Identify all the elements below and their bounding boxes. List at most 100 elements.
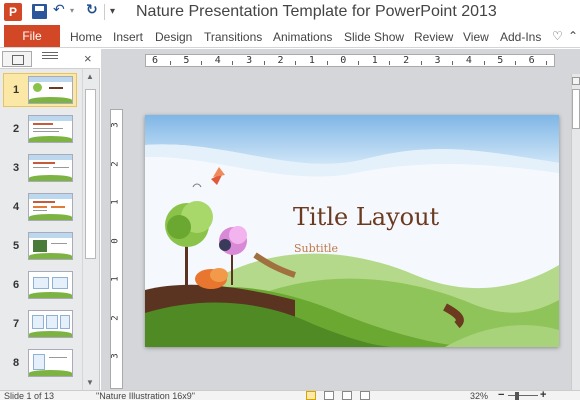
ruler-tick-label: 3: [434, 55, 441, 66]
tab-home[interactable]: Home: [70, 30, 102, 44]
slide-thumbnail-8[interactable]: 8: [0, 349, 82, 385]
thumbnail-image: [28, 310, 73, 338]
normal-view-button[interactable]: [306, 391, 316, 400]
ruler-tick-mark: [514, 61, 516, 65]
thumbnail-image: [28, 76, 73, 104]
ruler-tick-mark: [326, 61, 328, 65]
tab-transitions[interactable]: Transitions: [204, 30, 262, 44]
thumbnail-image: [28, 232, 73, 260]
editor-scrollbar[interactable]: [571, 74, 580, 390]
tab-add-ins[interactable]: Add-Ins: [500, 30, 541, 44]
customize-qat-icon[interactable]: ▾: [110, 6, 115, 17]
slide-thumbnail-5[interactable]: 5: [0, 232, 82, 268]
slide-thumbnail-3[interactable]: 3: [0, 154, 82, 190]
slide-background-illustration: [145, 115, 559, 347]
slide-number: 8: [13, 357, 20, 369]
slide-thumbnail-4[interactable]: 4: [0, 193, 82, 229]
collapse-ribbon-icon[interactable]: ⌃: [568, 29, 578, 43]
tab-design[interactable]: Design: [155, 30, 192, 44]
slide-number: 6: [13, 279, 20, 291]
tab-view[interactable]: View: [463, 30, 489, 44]
ruler-tick-label: 5: [497, 55, 504, 66]
slideshow-view-button[interactable]: [360, 391, 370, 400]
slide-thumbnail-7[interactable]: 7: [0, 310, 82, 346]
ruler-tick-mark: [295, 61, 297, 65]
zoom-level[interactable]: 32%: [470, 391, 488, 400]
ruler-tick-label: 1: [371, 55, 378, 66]
scroll-up-icon[interactable]: ▲: [86, 72, 94, 81]
ruler-tick-label: 2: [277, 55, 284, 66]
ribbon-tabs: File Home Insert Design Transitions Anim…: [0, 24, 580, 48]
thumbnail-image: [28, 271, 73, 299]
slide-number: 2: [13, 123, 20, 135]
close-icon[interactable]: ×: [84, 51, 92, 66]
tab-slide-show[interactable]: Slide Show: [344, 30, 404, 44]
ruler-tick-mark: [452, 61, 454, 65]
ruler-tick-label: 1: [110, 199, 121, 205]
ruler-tick-mark: [169, 61, 171, 65]
thumbnail-image: [28, 349, 73, 377]
slide-editing-area: 6543210123456 3210123 Title Layout Subti…: [101, 49, 580, 390]
scroll-thumb[interactable]: [572, 89, 580, 129]
redo-icon[interactable]: ↻: [86, 2, 98, 18]
ruler-tick-label: 6: [152, 55, 159, 66]
tab-animations[interactable]: Animations: [273, 30, 332, 44]
scroll-thumb[interactable]: [85, 89, 96, 259]
ruler-tick-mark: [483, 61, 485, 65]
ruler-tick-label: 0: [340, 55, 347, 66]
undo-icon[interactable]: ↶: [53, 2, 65, 18]
ruler-tick-mark: [232, 61, 234, 65]
slide-canvas[interactable]: Title Layout Subtitle: [145, 115, 559, 347]
scroll-up-icon[interactable]: [572, 77, 580, 85]
slide-number: 7: [13, 318, 20, 330]
ruler-tick-label: 4: [214, 55, 221, 66]
tab-file[interactable]: File: [4, 25, 60, 47]
ruler-tick-label: 3: [246, 55, 253, 66]
slide-number: 1: [13, 84, 20, 96]
ruler-tick-mark: [389, 61, 391, 65]
window-title: Nature Presentation Template for PowerPo…: [136, 3, 497, 20]
slide-number: 4: [13, 201, 20, 213]
ruler-tick-label: 3: [110, 122, 121, 128]
undo-dropdown-icon[interactable]: ▾: [70, 6, 74, 15]
vertical-ruler: 3 2 1 0 1 2 3: [110, 109, 123, 389]
slide-thumbnail-pane: × 1 2 3 4 5 6 7 8 ▲ ▼: [0, 49, 100, 390]
slide-thumbnail-1[interactable]: 1: [0, 73, 82, 112]
outline-tab-icon[interactable]: [42, 52, 58, 64]
tab-insert[interactable]: Insert: [113, 30, 143, 44]
ruler-tick-label: 0: [110, 237, 121, 244]
reading-view-button[interactable]: [342, 391, 352, 400]
zoom-in-button[interactable]: +: [540, 391, 546, 400]
ruler-tick-label: 1: [308, 55, 315, 66]
powerpoint-app-icon[interactable]: P: [4, 3, 22, 21]
slide-sorter-view-button[interactable]: [324, 391, 334, 400]
ruler-tick-label: 6: [528, 55, 535, 66]
slide-counter[interactable]: Slide 1 of 13: [4, 391, 54, 400]
slide-subtitle[interactable]: Subtitle: [294, 242, 338, 255]
ruler-tick-label: 2: [403, 55, 410, 66]
slide-thumbnail-2[interactable]: 2: [0, 115, 82, 151]
heart-icon[interactable]: ♡: [552, 29, 563, 43]
thumbnail-image: [28, 154, 73, 182]
save-icon[interactable]: [32, 4, 47, 19]
theme-name[interactable]: "Nature Illustration 16x9": [96, 391, 195, 400]
thumbnail-scrollbar[interactable]: ▲ ▼: [82, 69, 98, 390]
thumbnail-image: [28, 193, 73, 221]
slide-title[interactable]: Title Layout: [293, 203, 439, 231]
ruler-tick-label: 3: [110, 353, 121, 360]
slide-number: 5: [13, 240, 20, 252]
scroll-down-icon[interactable]: ▼: [86, 378, 94, 387]
ruler-tick-mark: [263, 61, 265, 65]
thumbnail-image: [28, 115, 73, 143]
tab-review[interactable]: Review: [414, 30, 453, 44]
qat-separator: [104, 4, 105, 20]
slides-tab-icon[interactable]: [2, 51, 32, 67]
slide-thumbnail-6[interactable]: 6: [0, 271, 82, 307]
ruler-tick-mark: [358, 61, 359, 65]
zoom-slider-knob[interactable]: [515, 392, 519, 400]
ruler-tick-mark: [420, 61, 422, 65]
ruler-tick-label: 4: [465, 55, 472, 66]
zoom-out-button[interactable]: −: [498, 391, 504, 400]
ruler-tick-label: 1: [110, 276, 121, 282]
zoom-slider[interactable]: [508, 395, 538, 396]
